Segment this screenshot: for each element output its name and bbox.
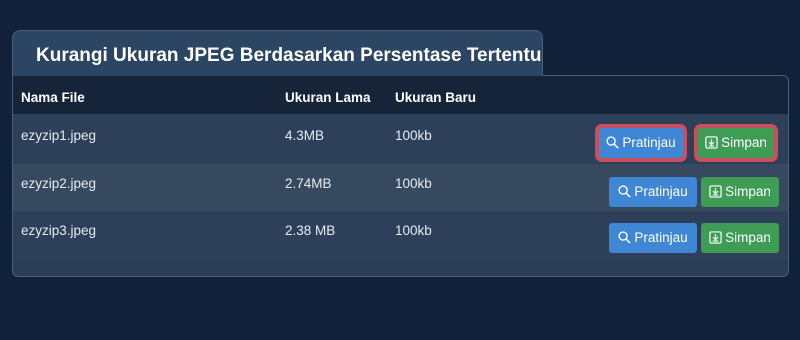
preview-label: Pratinjau xyxy=(634,184,688,199)
table-row: ezyzip2.jpeg 2.74MB 100kb Pratinjau Simp… xyxy=(13,164,788,211)
save-button[interactable]: Simpan xyxy=(701,223,779,253)
preview-label: Pratinjau xyxy=(622,135,676,150)
header-old-size: Ukuran Lama xyxy=(285,90,371,105)
search-icon xyxy=(606,136,619,149)
save-label: Simpan xyxy=(721,135,767,150)
page-title: Kurangi Ukuran JPEG Berdasarkan Persenta… xyxy=(12,30,543,76)
download-icon xyxy=(709,185,722,198)
table-header: Nama File Ukuran Lama Ukuran Baru xyxy=(13,76,788,114)
preview-button[interactable]: Pratinjau xyxy=(599,128,683,158)
save-label: Simpan xyxy=(725,184,771,199)
header-new-size: Ukuran Baru xyxy=(395,90,477,105)
header-file-name: Nama File xyxy=(21,90,85,105)
new-size: 100kb xyxy=(395,176,432,191)
preview-button[interactable]: Pratinjau xyxy=(609,177,697,207)
search-icon xyxy=(618,185,631,198)
save-button[interactable]: Simpan xyxy=(701,177,779,207)
save-label: Simpan xyxy=(725,230,771,245)
download-icon xyxy=(709,231,722,244)
new-size: 100kb xyxy=(395,223,432,238)
old-size: 2.74MB xyxy=(285,176,332,191)
preview-button[interactable]: Pratinjau xyxy=(609,223,697,253)
table-row: ezyzip3.jpeg 2.38 MB 100kb Pratinjau Sim… xyxy=(13,211,788,261)
new-size: 100kb xyxy=(395,128,432,143)
file-name: ezyzip2.jpeg xyxy=(21,176,97,191)
search-icon xyxy=(618,231,631,244)
file-name: ezyzip1.jpeg xyxy=(21,128,97,143)
preview-label: Pratinjau xyxy=(634,230,688,245)
table-row: ezyzip1.jpeg 4.3MB 100kb Pratinjau Simpa… xyxy=(13,114,788,164)
old-size: 2.38 MB xyxy=(285,223,336,238)
old-size: 4.3MB xyxy=(285,128,325,143)
file-name: ezyzip3.jpeg xyxy=(21,223,97,238)
download-icon xyxy=(705,136,718,149)
file-table: Nama File Ukuran Lama Ukuran Baru ezyzip… xyxy=(12,75,789,277)
save-button[interactable]: Simpan xyxy=(698,128,774,158)
